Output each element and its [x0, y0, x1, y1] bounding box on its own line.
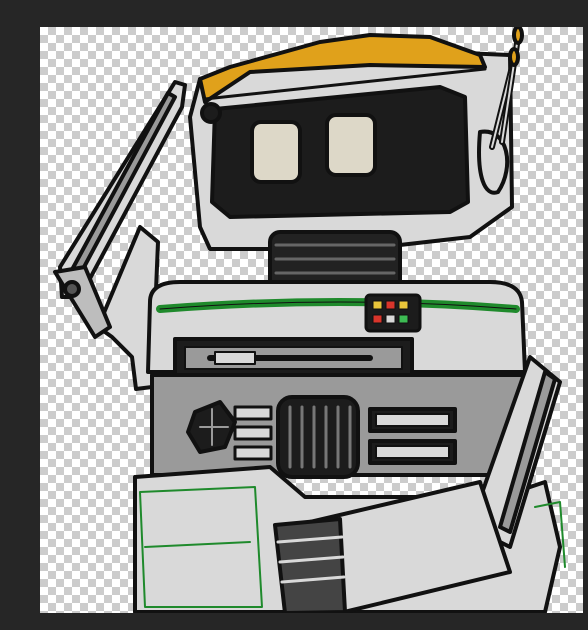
robot-lower-body: [150, 373, 534, 479]
document-canvas[interactable]: [40, 27, 583, 613]
workspace: [0, 0, 588, 630]
left-eye: [250, 120, 302, 184]
right-eye: [325, 113, 377, 177]
control-panel: [364, 293, 422, 333]
robot-torso: [146, 280, 527, 377]
robot-head: [188, 33, 514, 251]
robot-illustration: [53, 27, 566, 613]
